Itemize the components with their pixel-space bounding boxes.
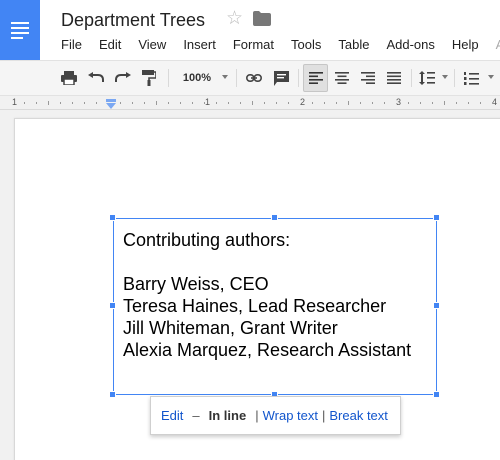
line-spacing-icon[interactable] [416,61,438,95]
drawing-text[interactable]: Contributing authors: Barry Weiss, CEO T… [123,229,411,361]
image-options-popup: Edit – In line | Wrap text | Break text [150,396,401,435]
in-line-option[interactable]: In line [209,408,247,423]
menu-bar: File Edit View Insert Format Tools Table… [61,37,500,55]
toolbar-divider [411,69,412,87]
ruler-number: 1 [12,97,18,107]
popup-pipe: | [321,408,326,423]
resize-handle[interactable] [433,391,440,398]
drawing-line: Jill Whiteman, Grant Writer [123,318,338,338]
resize-handle[interactable] [109,302,116,309]
break-text-option[interactable]: Break text [329,408,388,423]
toolbar-divider [236,69,237,87]
popup-pipe: | [255,408,259,423]
drawing-line: Teresa Haines, Lead Researcher [123,296,387,316]
zoom-value: 100% [182,72,212,84]
paint-format-icon[interactable] [138,61,160,95]
justify-icon[interactable] [383,61,405,95]
resize-handle[interactable] [433,214,440,221]
resize-handle[interactable] [271,214,278,221]
print-icon[interactable] [58,61,80,95]
edit-link[interactable]: Edit [161,408,183,423]
menu-help[interactable]: Help [452,37,479,55]
header: Department Trees ☆ File Edit View Insert… [0,0,500,60]
toolbar-divider [168,69,169,87]
redo-icon[interactable] [112,61,134,95]
ruler-number: 4 [492,97,498,107]
text-drawing[interactable]: Contributing authors: Barry Weiss, CEO T… [113,218,437,395]
ruler-ticks [24,101,481,105]
folder-icon[interactable] [253,11,271,31]
align-left-icon[interactable] [303,64,328,92]
menu-view[interactable]: View [138,37,166,55]
zoom-select[interactable]: 100% [178,61,216,95]
resize-handle[interactable] [109,391,116,398]
document-title[interactable]: Department Trees [61,10,205,31]
resize-handle[interactable] [109,214,116,221]
toolbar-divider [454,69,455,87]
menu-file[interactable]: File [61,37,82,55]
ruler-number: 3 [396,97,402,107]
menu-overflow: Al [495,37,500,52]
ruler-number: 1 [205,97,211,107]
comment-icon[interactable] [270,61,292,95]
chevron-down-icon [488,75,494,79]
drawing-line [123,251,411,273]
ruler-number: 2 [300,97,306,107]
ruler[interactable]: 1 1 2 3 4 [0,96,500,110]
menu-table[interactable]: Table [338,37,369,55]
drawing-line: Barry Weiss, CEO [123,274,269,294]
resize-handle[interactable] [433,302,440,309]
wrap-text-option[interactable]: Wrap text [263,408,318,423]
drawing-line: Contributing authors: [123,230,291,250]
numbered-list-icon[interactable] [460,61,482,95]
menu-tools[interactable]: Tools [291,37,321,55]
menu-format[interactable]: Format [233,37,274,55]
chevron-down-icon [222,75,228,79]
docs-home-icon[interactable] [0,0,40,60]
chevron-down-icon [442,75,448,79]
star-icon[interactable]: ☆ [226,9,243,28]
drawing-line: Alexia Marquez, Research Assistant [123,340,412,360]
align-right-icon[interactable] [357,61,379,95]
menu-insert[interactable]: Insert [183,37,216,55]
toolbar: 100% [0,60,500,96]
link-icon[interactable] [243,61,265,95]
toolbar-divider [298,69,299,87]
align-center-icon[interactable] [331,61,353,95]
menu-edit[interactable]: Edit [99,37,121,55]
undo-icon[interactable] [85,61,107,95]
menu-addons[interactable]: Add-ons [386,37,434,55]
popup-separator: – [192,408,200,423]
